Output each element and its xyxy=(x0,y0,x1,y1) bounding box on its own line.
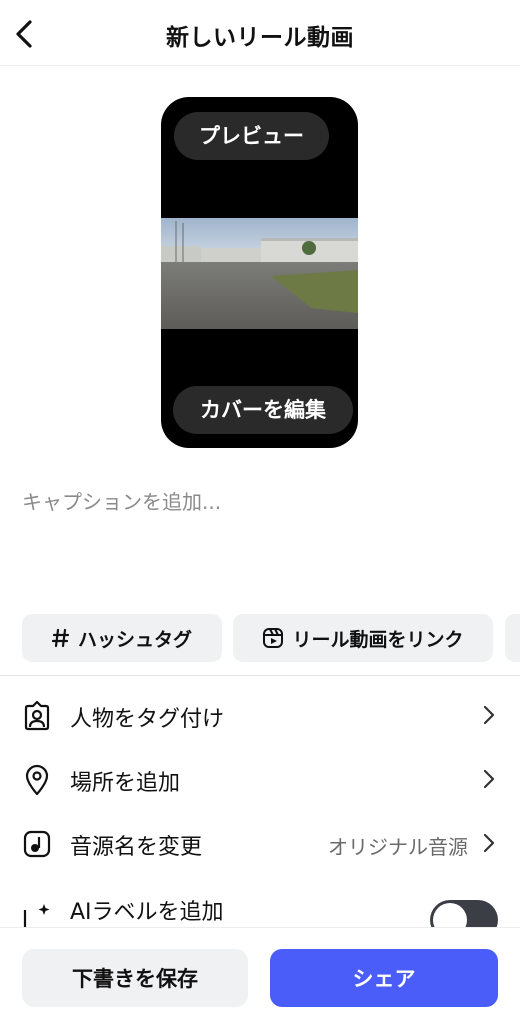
rename-audio-label: 音源名を変更 xyxy=(70,835,203,860)
bottom-action-bar: 下書きを保存 シェア xyxy=(0,928,520,1024)
tag-people-label: 人物をタグ付け xyxy=(70,707,225,732)
hashtag-icon xyxy=(51,628,70,648)
hashtag-chip-label: ハッシュタグ xyxy=(77,628,192,651)
more-chip[interactable] xyxy=(505,614,520,662)
tag-people-row[interactable]: 人物をタグ付け xyxy=(0,688,520,744)
chip-row: ハッシュタグ リール動画をリンク xyxy=(22,614,520,662)
caption-input[interactable]: キャプションを追加... xyxy=(22,486,221,515)
audio-name-value: オリジナル音源 xyxy=(328,835,468,859)
add-location-label: 場所を追加 xyxy=(70,771,181,796)
edit-cover-button[interactable]: カバーを編集 xyxy=(173,386,353,434)
share-button[interactable]: シェア xyxy=(270,949,498,1007)
rename-audio-row[interactable]: 音源名を変更 オリジナル音源 xyxy=(0,816,520,872)
chevron-right-icon xyxy=(483,705,495,725)
link-reel-chip[interactable]: リール動画をリンク xyxy=(233,614,493,662)
save-draft-button[interactable]: 下書きを保存 xyxy=(22,949,248,1007)
divider xyxy=(0,675,520,676)
reel-icon xyxy=(263,628,284,648)
preview-button[interactable]: プレビュー xyxy=(174,112,329,160)
add-location-row[interactable]: 場所を追加 xyxy=(0,752,520,808)
hashtag-chip[interactable]: ハッシュタグ xyxy=(22,614,222,662)
top-bar: 新しいリール動画 xyxy=(0,0,520,66)
video-thumbnail xyxy=(161,218,358,329)
chevron-right-icon xyxy=(483,833,495,853)
person-tag-icon xyxy=(24,700,50,731)
chevron-right-icon xyxy=(483,769,495,789)
music-note-icon xyxy=(23,830,51,858)
page-title: 新しいリール動画 xyxy=(166,25,354,51)
ai-label-label: AIラベルを追加 xyxy=(70,900,224,925)
location-pin-icon xyxy=(25,764,49,796)
link-reel-chip-label: リール動画をリンク xyxy=(292,628,464,651)
reel-preview[interactable]: プレビュー カバーを編集 xyxy=(161,97,358,448)
